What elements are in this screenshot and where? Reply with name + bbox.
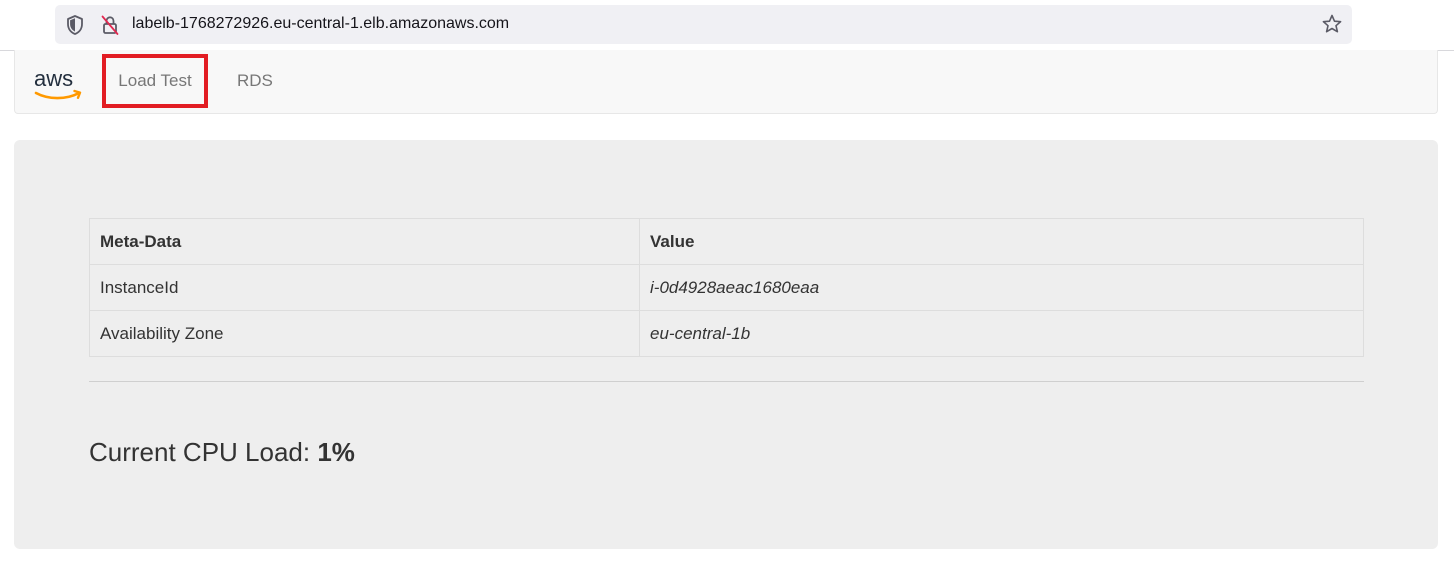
cpu-load-value: 1% [317,437,355,467]
table-row: InstanceId i-0d4928aeac1680eaa [89,264,1364,311]
main-panel: Meta-Data Value InstanceId i-0d4928aeac1… [14,140,1438,549]
row-value: i-0d4928aeac1680eaa [639,264,1364,311]
shield-icon[interactable] [65,14,85,36]
cpu-load-line: Current CPU Load: 1% [89,437,355,468]
insecure-lock-icon[interactable] [100,14,120,36]
column-header-value: Value [639,218,1364,265]
nav-rds[interactable]: RDS [237,50,273,114]
url-text[interactable]: labelb-1768272926.eu-central-1.elb.amazo… [132,15,509,33]
row-key: Availability Zone [89,310,640,357]
table-row: Availability Zone eu-central-1b [89,310,1364,357]
table-header-row: Meta-Data Value [89,218,1364,265]
star-bookmark-icon[interactable] [1321,13,1343,35]
nav-load-test[interactable]: Load Test [102,50,208,114]
column-header-metadata: Meta-Data [89,218,640,265]
address-bar[interactable]: labelb-1768272926.eu-central-1.elb.amazo… [55,5,1352,44]
divider [89,381,1364,382]
navbar: aws Load Test RDS [14,50,1438,114]
cpu-load-label: Current CPU Load: [89,437,311,467]
brand-text: aws [34,66,73,91]
metadata-table: Meta-Data Value InstanceId i-0d4928aeac1… [89,218,1364,357]
row-key: InstanceId [89,264,640,311]
aws-logo-icon[interactable]: aws [33,64,87,104]
row-value: eu-central-1b [639,310,1364,357]
browser-toolbar: labelb-1768272926.eu-central-1.elb.amazo… [0,0,1454,51]
